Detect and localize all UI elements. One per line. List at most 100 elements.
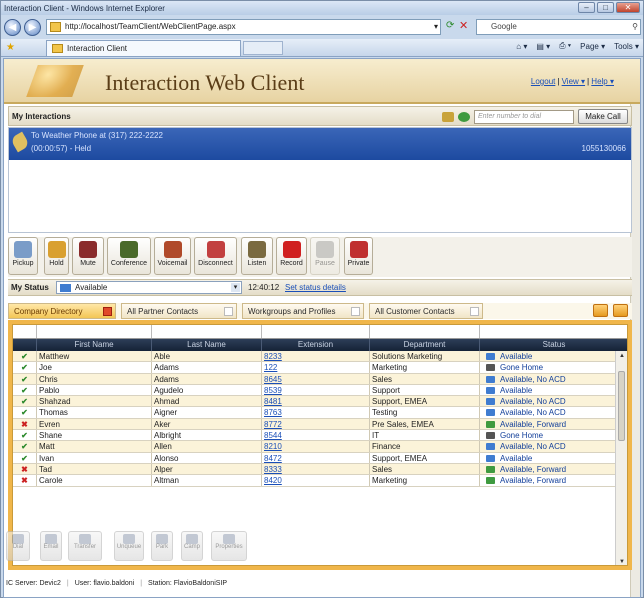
column-header[interactable]: Last Name bbox=[152, 339, 262, 351]
extension-link[interactable]: 8645 bbox=[264, 375, 282, 384]
properties-button[interactable]: Properties bbox=[211, 531, 247, 561]
filter-cell[interactable] bbox=[480, 325, 627, 338]
stop-icon[interactable]: ✕ bbox=[459, 19, 468, 32]
dial-input[interactable]: Enter number to dial bbox=[474, 109, 574, 124]
column-header[interactable] bbox=[13, 339, 37, 351]
view-menu[interactable]: View ▾ bbox=[562, 77, 585, 86]
interactions-list: To Weather Phone at (317) 222-2222 (00:0… bbox=[8, 127, 632, 233]
table-row[interactable]: ✖ Evren Aker 8772 Pre Sales, EMEA Available, … bbox=[13, 418, 617, 431]
park-button[interactable]: Park bbox=[151, 531, 173, 561]
extension-link[interactable]: 8333 bbox=[264, 465, 282, 474]
extension-link[interactable]: 8481 bbox=[264, 397, 282, 406]
table-row[interactable]: ✔ Matt Allen 8210 Finance Available, No ACD bbox=[13, 441, 617, 453]
tab-partner-contacts[interactable]: All Partner Contacts bbox=[121, 303, 237, 319]
home-icon[interactable]: ⌂ ▾ bbox=[516, 42, 527, 51]
print-icon[interactable]: ⎙ ▾ bbox=[559, 41, 571, 51]
scroll-down-icon[interactable]: ▼ bbox=[619, 559, 625, 565]
filter-cell[interactable] bbox=[13, 325, 37, 338]
listen-button[interactable]: Listen bbox=[241, 237, 273, 275]
table-row[interactable]: ✔ Pablo Agudelo 8539 Support Available bbox=[13, 384, 617, 397]
status-icon bbox=[486, 375, 495, 383]
extension-link[interactable]: 8233 bbox=[264, 352, 282, 361]
filter-cell[interactable] bbox=[37, 325, 152, 338]
url-field[interactable]: http://localhost/TeamClient/WebClientPag… bbox=[46, 19, 441, 35]
forward-icon[interactable]: ▶ bbox=[24, 18, 41, 36]
pause-button[interactable]: Pause bbox=[310, 237, 340, 275]
conference-button[interactable]: Conference bbox=[107, 237, 151, 275]
extension-link[interactable]: 8544 bbox=[264, 431, 282, 440]
table-row[interactable]: ✖ Carole Altman 8420 Marketing Available, For… bbox=[13, 475, 617, 487]
column-header[interactable]: Extension bbox=[262, 339, 370, 351]
extension-link[interactable]: 8772 bbox=[264, 420, 282, 429]
column-header[interactable]: First Name bbox=[37, 339, 152, 351]
phone-icon[interactable] bbox=[442, 111, 454, 122]
table-row[interactable]: ✔ Thomas Aigner 8763 Testing Available, No AC… bbox=[13, 407, 617, 419]
chevron-down-icon[interactable] bbox=[613, 304, 628, 317]
voicemail-button[interactable]: Voicemail bbox=[154, 237, 191, 275]
filter-cell[interactable] bbox=[152, 325, 262, 338]
table-row[interactable]: ✔ Ivan Alonso 8472 Support, EMEA Available bbox=[13, 452, 617, 464]
column-header[interactable]: Department bbox=[370, 339, 480, 351]
table-row[interactable]: ✖ Tad Alper 8333 Sales Available, Forward bbox=[13, 463, 617, 476]
record-button[interactable]: Record bbox=[276, 237, 307, 275]
properties-icon bbox=[223, 534, 235, 544]
favorites-star-icon[interactable]: ★ bbox=[6, 42, 15, 53]
unqueue-button[interactable]: Unqueue bbox=[114, 531, 144, 561]
filter-cell[interactable] bbox=[370, 325, 480, 338]
chevron-down-icon[interactable]: ▾ bbox=[231, 283, 240, 292]
mute-button[interactable]: Mute bbox=[72, 237, 104, 275]
logout-link[interactable]: Logout bbox=[531, 77, 555, 86]
extension-link[interactable]: 8472 bbox=[264, 454, 282, 463]
extension-link[interactable]: 8420 bbox=[264, 476, 282, 485]
private-button[interactable]: Private bbox=[344, 237, 373, 275]
make-call-button[interactable]: Make Call bbox=[578, 109, 628, 124]
disconnect-button[interactable]: Disconnect bbox=[194, 237, 237, 275]
table-row[interactable]: ✔ Chris Adams 8645 Sales Available, No ACD bbox=[13, 373, 617, 385]
button-label: Listen bbox=[247, 260, 267, 267]
extension-link[interactable]: 8210 bbox=[264, 442, 282, 451]
scroll-thumb[interactable] bbox=[618, 371, 625, 441]
email-button[interactable]: Email bbox=[40, 531, 62, 561]
tab-company-directory[interactable]: Company Directory bbox=[8, 303, 116, 319]
table-row[interactable]: ✔ Shane Albright 8544 IT Gone Home bbox=[13, 430, 617, 442]
table-row[interactable]: ✔ Joe Adams 122 Marketing Gone Home bbox=[13, 362, 617, 374]
table-row[interactable]: ✔ Shahzad Ahmad 8481 Support, EMEA Available,… bbox=[13, 396, 617, 408]
extension-link[interactable]: 8763 bbox=[264, 408, 282, 417]
status-select[interactable]: Available ▾ bbox=[56, 281, 242, 294]
dial-settings-icon[interactable] bbox=[458, 111, 470, 122]
search-box[interactable]: Google ⚲ bbox=[476, 19, 641, 35]
minimize-button[interactable]: – bbox=[578, 2, 595, 13]
browser-tab[interactable]: Interaction Client bbox=[46, 40, 241, 56]
close-button[interactable]: ✕ bbox=[616, 2, 640, 13]
directory-scrollbar[interactable]: ▲ ▼ bbox=[615, 351, 627, 565]
search-icon[interactable]: ⚲ bbox=[632, 20, 638, 34]
column-header[interactable]: Status bbox=[480, 339, 627, 351]
dial-button[interactable]: Dial bbox=[6, 531, 30, 561]
transfer-button[interactable]: Transfer bbox=[68, 531, 102, 561]
camp-icon bbox=[186, 534, 198, 544]
status-time: 12:40:12 bbox=[248, 283, 280, 292]
page-menu[interactable]: Page ▾ bbox=[580, 42, 605, 51]
status-icon bbox=[486, 477, 495, 485]
tab-workgroups[interactable]: Workgroups and Profiles bbox=[242, 303, 364, 319]
feeds-icon[interactable]: ▤ ▾ bbox=[536, 42, 550, 51]
new-tab-button[interactable] bbox=[243, 41, 283, 55]
extension-link[interactable]: 122 bbox=[264, 363, 277, 372]
tab-customer-contacts[interactable]: All Customer Contacts bbox=[369, 303, 483, 319]
chevron-down-icon[interactable]: ▾ bbox=[434, 20, 438, 34]
refresh-icon[interactable]: ⟳ bbox=[446, 20, 454, 31]
hold-button[interactable]: Hold bbox=[44, 237, 69, 275]
tools-menu[interactable]: Tools ▾ bbox=[614, 42, 639, 51]
extension-link[interactable]: 8539 bbox=[264, 386, 282, 395]
set-status-link[interactable]: Set status details bbox=[285, 283, 346, 292]
table-row[interactable]: ✔ Matthew Able 8233 Solutions Marketing Avail… bbox=[13, 351, 617, 363]
scroll-up-icon[interactable]: ▲ bbox=[619, 353, 625, 359]
interaction-row[interactable]: To Weather Phone at (317) 222-2222 (00:0… bbox=[9, 128, 631, 160]
camp-button[interactable]: Camp bbox=[181, 531, 203, 561]
new-page-icon[interactable] bbox=[593, 304, 608, 317]
filter-cell[interactable] bbox=[262, 325, 370, 338]
back-icon[interactable]: ◀ bbox=[4, 18, 21, 36]
help-menu[interactable]: Help ▾ bbox=[591, 77, 614, 86]
maximize-button[interactable]: □ bbox=[597, 2, 614, 13]
pickup-button[interactable]: Pickup bbox=[8, 237, 38, 275]
